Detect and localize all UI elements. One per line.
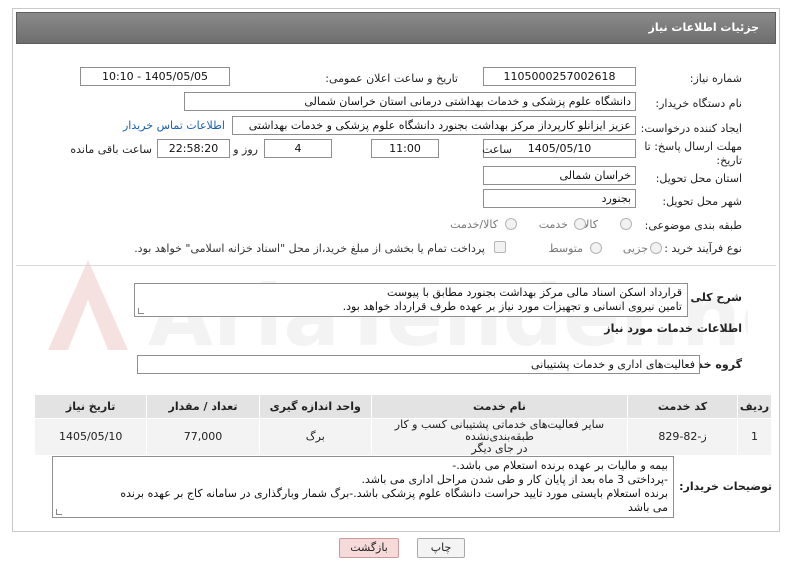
announce-field: 1405/05/05 - 10:10 bbox=[80, 67, 230, 86]
need-number-field: 1105000257002618 bbox=[483, 67, 636, 86]
cell-date: 1405/05/10 bbox=[33, 418, 148, 456]
deadline-time-field: 11:00 bbox=[371, 139, 439, 158]
remaining-label: ساعت باقی مانده bbox=[70, 143, 152, 156]
buyer-notes-line-3: برنده استعلام بایستی مورد تایید حراست دا… bbox=[120, 487, 668, 500]
payment-note: پرداخت تمام یا بخشی از مبلغ خرید،از محل … bbox=[134, 242, 485, 255]
col-name: نام خدمت bbox=[370, 394, 629, 419]
category-option-goods-service: کالا/خدمت bbox=[450, 218, 498, 231]
resize-handle-icon[interactable] bbox=[138, 308, 144, 314]
announce-label: تاریخ و ساعت اعلان عمومی: bbox=[325, 72, 458, 85]
cell-name: سایر فعالیت‌های خدماتی پشتیبانی کسب و کا… bbox=[370, 418, 629, 456]
page-title: جزئیات اطلاعات نیاز bbox=[648, 21, 760, 34]
category-label: طبقه بندی موضوعی: bbox=[644, 219, 742, 232]
table-header-row: ردیف کد خدمت نام خدمت واحد اندازه گیری ت… bbox=[33, 394, 772, 419]
resize-handle-icon[interactable] bbox=[56, 509, 62, 515]
cell-qty: 77,000 bbox=[146, 418, 260, 456]
col-unit: واحد اندازه گیری bbox=[258, 394, 372, 419]
days-field: 4 bbox=[264, 139, 332, 158]
col-date: تاریخ نیاز bbox=[33, 394, 148, 419]
col-qty: تعداد / مقدار bbox=[146, 394, 260, 419]
treasury-checkbox[interactable] bbox=[494, 241, 506, 253]
category-radio-goods[interactable] bbox=[620, 218, 632, 230]
buyer-org-field: دانشگاه علوم پزشکی و خدمات بهداشتی درمان… bbox=[184, 92, 636, 111]
province-field: خراسان شمالی bbox=[483, 166, 636, 185]
col-row: ردیف bbox=[737, 394, 772, 419]
requester-label: ایجاد کننده درخواست: bbox=[640, 122, 742, 135]
city-label: شهر محل تحویل: bbox=[662, 195, 742, 208]
table-row: 1 ز-82-829 سایر فعالیت‌های خدماتی پشتیبا… bbox=[33, 418, 772, 456]
buyer-notes-line-2: -پرداختی 3 ماه بعد از پایان کار و طی شدن… bbox=[361, 473, 668, 486]
divider bbox=[16, 265, 776, 266]
description-line-2: تامین نیروی انسانی و تجهیزات مورد نیاز ب… bbox=[342, 300, 682, 313]
purchase-radio-medium[interactable] bbox=[590, 242, 602, 254]
services-table: ردیف کد خدمت نام خدمت واحد اندازه گیری ت… bbox=[33, 394, 772, 456]
services-section-title: اطلاعات خدمات مورد نیاز bbox=[604, 322, 742, 335]
province-label: استان محل تحویل: bbox=[655, 172, 742, 185]
buyer-notes-label: توضیحات خریدار: bbox=[679, 480, 772, 493]
days-label: روز و bbox=[233, 143, 258, 156]
buyer-notes-line-4: می باشد bbox=[628, 501, 668, 514]
cell-unit: برگ bbox=[258, 418, 372, 456]
purchase-radio-minor[interactable] bbox=[650, 242, 662, 254]
purchase-option-minor: جزیی bbox=[622, 242, 648, 255]
city-field: بجنورد bbox=[483, 189, 636, 208]
category-option-service: خدمت bbox=[538, 218, 568, 231]
purchase-type-label: نوع فرآیند خرید : bbox=[664, 242, 742, 255]
deadline-time-label: ساعت bbox=[482, 143, 512, 156]
cell-name-line-2: در جای دیگر bbox=[471, 442, 528, 455]
cell-code: ز-82-829 bbox=[626, 418, 739, 456]
back-button[interactable]: بازگشت bbox=[339, 538, 399, 558]
cell-name-line-1: سایر فعالیت‌های خدماتی پشتیبانی کسب و کا… bbox=[394, 418, 605, 443]
requester-field: عزیز ایزانلو کارپرداز مرکز بهداشت بجنورد… bbox=[232, 116, 636, 135]
description-line-1: قرارداد اسکن اسناد مالی مرکز بهداشت بجنو… bbox=[387, 286, 682, 299]
description-textarea[interactable]: قرارداد اسکن اسناد مالی مرکز بهداشت بجنو… bbox=[134, 283, 688, 317]
print-button[interactable]: چاپ bbox=[417, 538, 465, 558]
col-code: کد خدمت bbox=[626, 394, 739, 419]
purchase-option-medium: متوسط bbox=[548, 242, 583, 255]
deadline-label: مهلت ارسال پاسخ: تا تاریخ: bbox=[644, 140, 742, 167]
cell-row: 1 bbox=[737, 418, 772, 456]
need-number-label: شماره نیاز: bbox=[689, 72, 742, 85]
remaining-time-field: 22:58:20 bbox=[157, 139, 230, 158]
buyer-notes-line-1: بیمه و مالیات بر عهده برنده استعلام می ب… bbox=[452, 459, 668, 472]
buyer-org-label: نام دستگاه خریدار: bbox=[655, 97, 742, 110]
buyer-contact-link[interactable]: اطلاعات تماس خریدار bbox=[123, 119, 225, 132]
category-radio-goods-service[interactable] bbox=[505, 218, 517, 230]
buyer-notes-textarea[interactable]: بیمه و مالیات بر عهده برنده استعلام می ب… bbox=[52, 456, 674, 518]
header-bar: جزئیات اطلاعات نیاز bbox=[16, 12, 776, 44]
category-radio-service[interactable] bbox=[574, 218, 586, 230]
service-group-field: فعالیت‌های اداری و خدمات پشتیبانی bbox=[137, 355, 700, 374]
